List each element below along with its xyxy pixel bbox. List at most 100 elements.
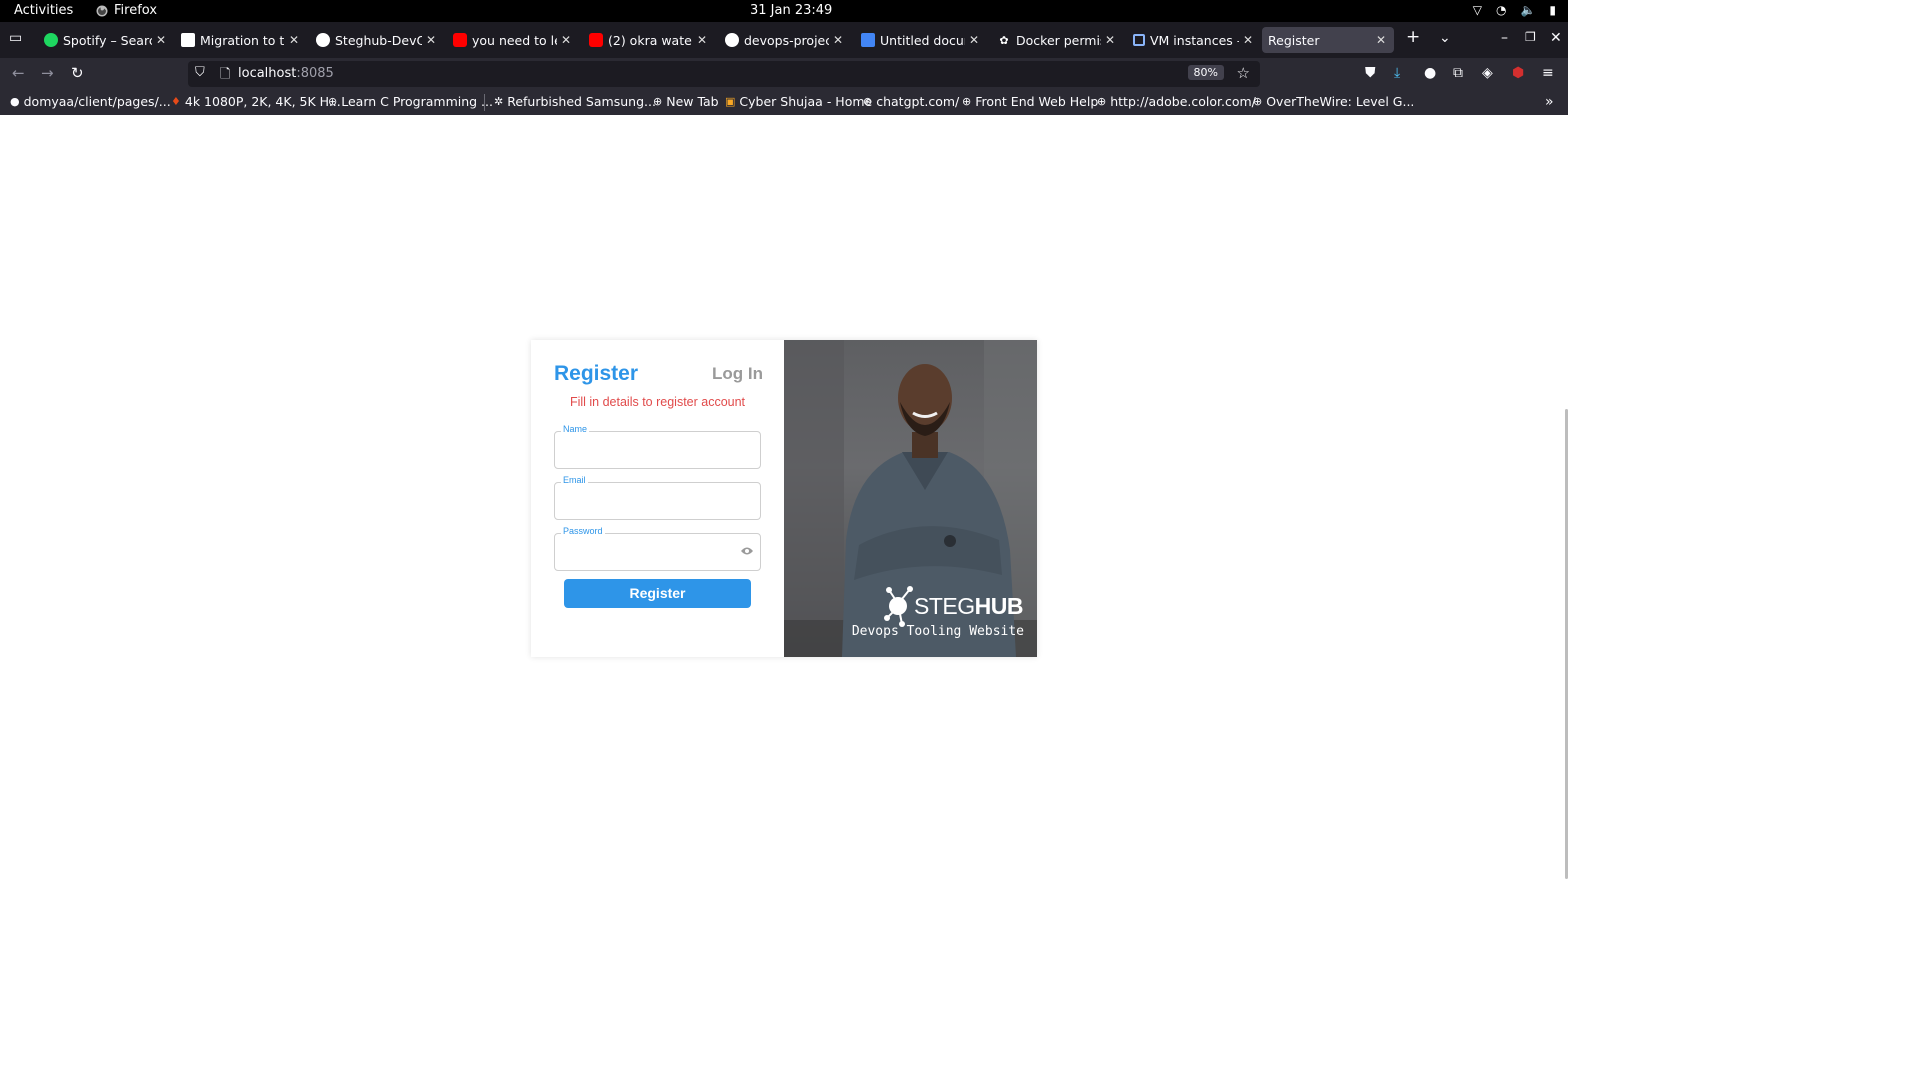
document-icon: [181, 33, 195, 47]
globe-icon: ⊕: [1097, 95, 1107, 108]
forward-icon[interactable]: →: [41, 64, 54, 82]
reload-icon[interactable]: ↻: [71, 64, 84, 82]
password-input[interactable]: [563, 542, 737, 559]
clock[interactable]: 31 Jan 23:49: [750, 3, 832, 18]
tab-youtube-2[interactable]: (2) okra water b ✕: [589, 27, 707, 53]
bookmark-label: OverTheWire: Level G...: [1266, 94, 1415, 109]
tab-spotify[interactable]: Spotify – Search ✕: [44, 27, 166, 53]
menu-icon[interactable]: ≡: [1542, 65, 1554, 81]
tab-steghub-devops[interactable]: Steghub-DevOp ✕: [316, 27, 436, 53]
tab-docker-permission[interactable]: ✿ Docker permissi ✕: [997, 27, 1115, 53]
restore-icon[interactable]: ❐: [1525, 30, 1536, 44]
globe-icon: ⊕: [653, 95, 663, 108]
tab-devops-project[interactable]: devops-project/ ✕: [725, 27, 843, 53]
github-icon: ●: [10, 95, 20, 108]
bookmark-label: chatgpt.com/: [876, 94, 960, 109]
form-subtitle: Fill in details to register account: [569, 395, 746, 409]
password-label: Password: [561, 526, 605, 536]
register-tab[interactable]: Register: [554, 362, 638, 386]
youtube-icon: [453, 33, 467, 47]
tab-title: Spotify – Search: [63, 32, 152, 48]
close-tab-icon[interactable]: ✕: [426, 33, 436, 47]
bookmark-item[interactable]: ⊕ OverTheWire: Level G...: [1253, 94, 1414, 109]
bookmark-item[interactable]: ♦ 4k 1080P, 2K, 4K, 5K H...: [171, 94, 341, 109]
bookmark-item[interactable]: ⊛ chatgpt.com/: [863, 94, 959, 109]
form-panel: Register Log In Fill in details to regis…: [531, 340, 784, 657]
tab-title: you need to lear: [472, 32, 557, 48]
system-tray[interactable]: ▽ ◔ 🔈 ▮: [1473, 3, 1556, 17]
url-host: localhost: [238, 66, 297, 81]
downloads-icon[interactable]: ⤓: [1394, 65, 1400, 81]
bookmark-separator: [484, 94, 485, 111]
register-card: Register Log In Fill in details to regis…: [531, 340, 1037, 657]
spotify-icon: [44, 33, 58, 47]
flame-icon: ♦: [171, 95, 181, 108]
tab-strip: ▭ Spotify – Search ✕ Migration to the ✕ …: [0, 22, 1568, 58]
tab-title: Docker permissi: [1016, 32, 1101, 48]
youtube-icon: [589, 33, 603, 47]
bookmark-item[interactable]: ⊕ Learn C Programming ...: [328, 94, 493, 109]
page-scrollbar[interactable]: [1565, 409, 1568, 879]
firefox-icon: [96, 5, 108, 16]
tab-vm-instances[interactable]: VM instances – C ✕: [1133, 27, 1253, 53]
close-tab-icon[interactable]: ✕: [156, 33, 166, 47]
list-all-tabs-icon[interactable]: ⌄: [1439, 30, 1451, 46]
tab-title: VM instances – C: [1150, 32, 1239, 48]
page-icon[interactable]: 🗋: [220, 65, 230, 87]
bookmark-item[interactable]: ✲ Refurbished Samsung...: [494, 94, 656, 109]
close-window-icon[interactable]: ✕: [1550, 30, 1562, 46]
bookmark-item[interactable]: ⊕ New Tab: [653, 94, 719, 109]
login-tab[interactable]: Log In: [712, 364, 763, 384]
close-tab-icon[interactable]: ✕: [1105, 33, 1115, 47]
new-tab-icon[interactable]: +: [1406, 27, 1420, 47]
hero-image: STEG HUB Devops Tooling Website: [784, 340, 1037, 657]
bookmark-item[interactable]: ⊕ Front End Web Help: [962, 94, 1098, 109]
back-icon[interactable]: ←: [12, 64, 25, 82]
close-tab-icon[interactable]: ✕: [697, 33, 707, 47]
steghub-logo: STEG HUB: [884, 584, 1024, 628]
bookmark-item[interactable]: ● domyaa/client/pages/...: [10, 94, 171, 109]
activities-button[interactable]: Activities: [14, 3, 73, 18]
bookmark-item[interactable]: ▣ Cyber Shujaa - Home: [725, 94, 872, 109]
bookmark-star-icon[interactable]: ☆: [1237, 64, 1250, 82]
battery-icon: ▮: [1549, 3, 1556, 17]
tab-title: Untitled docume: [880, 32, 965, 48]
extensions-icon[interactable]: ⧉: [1453, 65, 1463, 81]
close-tab-icon[interactable]: ✕: [561, 33, 571, 47]
close-tab-icon[interactable]: ✕: [969, 33, 979, 47]
minimize-icon[interactable]: –: [1501, 30, 1508, 46]
info-extension-icon[interactable]: ●: [1424, 65, 1436, 81]
close-tab-icon[interactable]: ✕: [1376, 33, 1386, 47]
tab-untitled-document[interactable]: Untitled docume ✕: [861, 27, 979, 53]
url-bar[interactable]: ⛉ 🗋 localhost:8085 80% ☆: [188, 61, 1260, 87]
containers-icon[interactable]: ◈: [1482, 65, 1493, 81]
bookmark-label: Learn C Programming ...: [341, 94, 493, 109]
tab-register[interactable]: Register ✕: [1262, 27, 1394, 53]
close-tab-icon[interactable]: ✕: [289, 33, 299, 47]
system-top-bar: Activities Firefox 31 Jan 23:49 ▽ ◔ 🔈 ▮: [0, 0, 1568, 22]
pocket-icon[interactable]: ⛊: [1365, 65, 1376, 81]
firefox-view-icon[interactable]: ▭: [9, 30, 22, 46]
zoom-indicator[interactable]: 80%: [1187, 65, 1224, 80]
tab-title: Steghub-DevOp: [335, 32, 422, 48]
close-tab-icon[interactable]: ✕: [833, 33, 843, 47]
tab-migration[interactable]: Migration to the ✕: [181, 27, 299, 53]
tab-youtube-1[interactable]: you need to lear ✕: [453, 27, 571, 53]
email-input[interactable]: [563, 491, 737, 508]
shield-icon[interactable]: ⛉: [195, 65, 205, 80]
name-field[interactable]: Name: [554, 424, 761, 469]
brand-tagline: Devops Tooling Website: [851, 624, 1024, 639]
close-tab-icon[interactable]: ✕: [1243, 33, 1253, 47]
email-field[interactable]: Email: [554, 475, 761, 520]
bookmark-item[interactable]: ⊕ http://adobe.color.com/: [1097, 94, 1256, 109]
ublock-icon[interactable]: ⬢: [1512, 65, 1524, 81]
more-bookmarks-icon[interactable]: »: [1545, 94, 1554, 110]
password-field[interactable]: Password: [554, 526, 761, 571]
app-menu[interactable]: Firefox: [96, 3, 157, 18]
bookmark-label: Front End Web Help: [975, 94, 1099, 109]
name-input[interactable]: [563, 440, 737, 457]
openai-icon: ✿: [999, 33, 1009, 47]
url-text[interactable]: localhost:8085: [238, 66, 334, 81]
register-button[interactable]: Register: [564, 579, 751, 608]
show-password-eye-icon[interactable]: [740, 546, 754, 556]
